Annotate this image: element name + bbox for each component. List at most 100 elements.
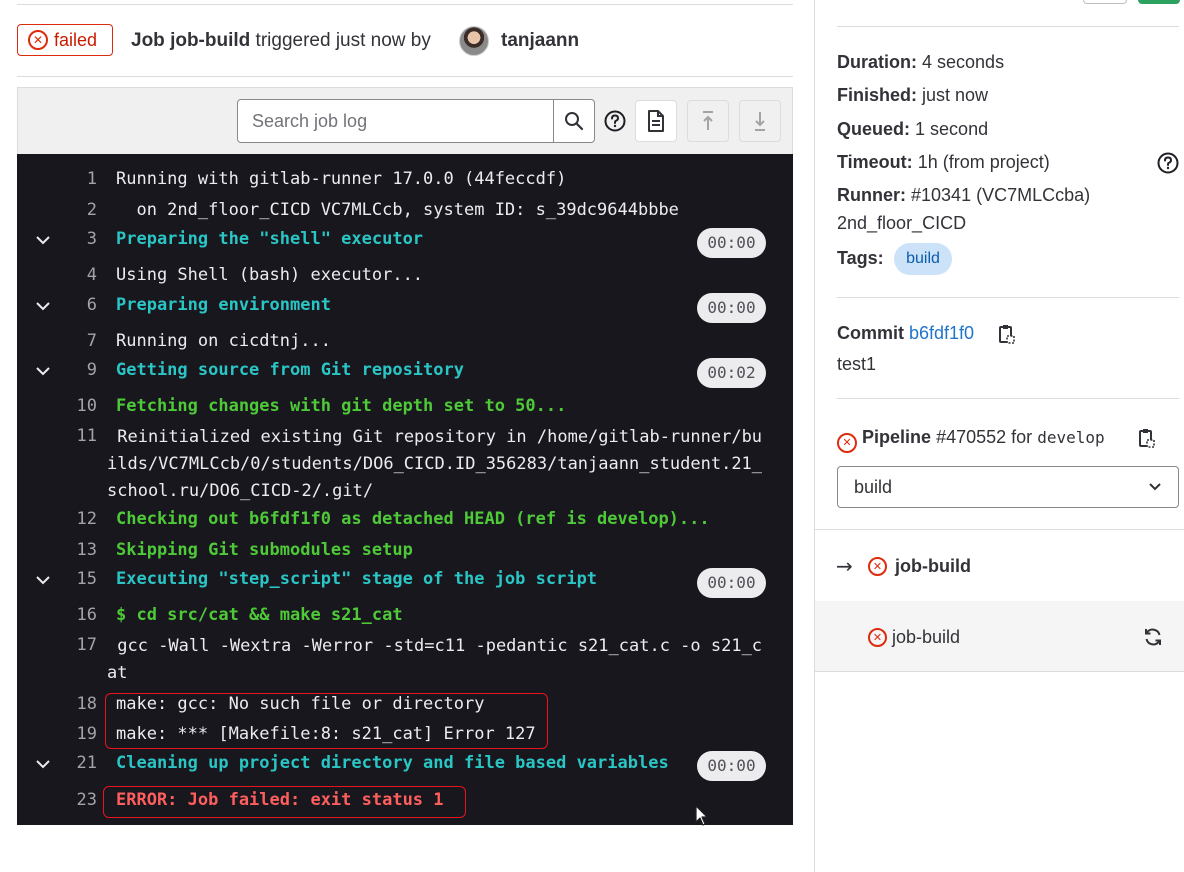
job-list-item-content[interactable]: ✕ job-build	[868, 625, 960, 649]
scroll-bottom-button[interactable]	[739, 100, 781, 142]
section-duration-badge: 00:00	[697, 228, 766, 258]
question-icon[interactable]	[1157, 152, 1179, 174]
copy-ref-icon[interactable]	[1137, 428, 1155, 448]
finished-value: just now	[922, 85, 989, 105]
failed-status-icon: ✕	[868, 556, 887, 576]
triggered-text: triggered just now by	[255, 30, 431, 51]
status-badge: ✕ failed	[17, 24, 113, 56]
user-link[interactable]: tanjaann	[501, 30, 579, 52]
line-number[interactable]: 23	[17, 790, 97, 810]
chevron-down-icon	[1149, 483, 1161, 491]
line-number[interactable]: 4	[17, 265, 97, 285]
commit-title: test1	[837, 354, 877, 374]
line-text: Cleaning up project directory and file b…	[116, 753, 669, 773]
timeout-row: Timeout: 1h (from project)	[837, 152, 1050, 173]
line-text: gcc -Wall -Wextra -Werror -std=c11 -peda…	[107, 636, 763, 683]
search-icon	[565, 112, 584, 131]
duration-label: Duration:	[837, 52, 917, 72]
line-number[interactable]: 18	[17, 694, 97, 714]
line-number[interactable]: 17	[17, 635, 97, 655]
mouse-cursor-icon	[695, 805, 708, 826]
retry-icon[interactable]	[1143, 627, 1163, 647]
help-button[interactable]	[603, 109, 627, 133]
arrow-right-icon: →	[836, 554, 853, 578]
line-text: Executing "step_script" stage of the job…	[116, 569, 598, 589]
stage-select[interactable]: build	[837, 466, 1179, 508]
commit-sha-link[interactable]: b6fdf1f0	[909, 323, 974, 343]
line-number[interactable]: 2	[17, 200, 97, 220]
current-job-row[interactable]: → ✕ job-build	[836, 553, 1176, 579]
job-list-item-name: job-build	[892, 626, 961, 647]
sidebar-divider	[815, 529, 1184, 530]
header-divider	[17, 76, 793, 77]
tags-label: Tags:	[837, 248, 884, 268]
failed-status-icon: ✕	[868, 627, 887, 647]
timeout-label: Timeout:	[837, 152, 913, 172]
line-number[interactable]: 3	[17, 229, 97, 249]
line-number[interactable]: 11	[17, 426, 97, 446]
line-text: make: *** [Makefile:8: s21_cat] Error 12…	[116, 724, 536, 744]
scroll-top-button[interactable]	[687, 100, 729, 142]
runner-label: Runner:	[837, 185, 906, 205]
finished-row: Finished: just now	[837, 85, 988, 106]
document-icon	[648, 110, 664, 132]
tag-badge: build	[894, 243, 952, 275]
search-input[interactable]	[237, 99, 554, 143]
duration-row: Duration: 4 seconds	[837, 52, 1004, 73]
status-badge-label: failed	[54, 29, 98, 50]
line-number[interactable]: 1	[17, 169, 97, 189]
scroll-up-icon	[703, 111, 713, 130]
question-icon	[604, 110, 626, 132]
line-number[interactable]: 10	[17, 396, 97, 416]
runner-row: Runner: #10341 (VC7MLCcba)	[837, 185, 1090, 206]
pipeline-id-link[interactable]: #470552	[936, 427, 1006, 447]
line-text: make: gcc: No such file or directory	[116, 694, 485, 714]
avatar[interactable]	[459, 26, 489, 56]
line-number[interactable]: 7	[17, 331, 97, 351]
top-divider	[17, 4, 793, 5]
commit-row: Commit b6fdf1f0	[837, 323, 974, 344]
current-job-name: job-build	[895, 555, 971, 576]
line-text: Skipping Git submodules setup	[116, 540, 413, 560]
line-number[interactable]: 9	[17, 360, 97, 380]
show-raw-button[interactable]	[635, 100, 677, 142]
pipeline-for: for	[1011, 427, 1033, 447]
line-number[interactable]: 19	[17, 724, 97, 744]
section-duration-badge: 00:02	[697, 358, 766, 388]
finished-label: Finished:	[837, 85, 917, 105]
line-number[interactable]: 13	[17, 540, 97, 560]
line-text: Preparing environment	[116, 295, 331, 315]
pipeline-row: ✕ Pipeline #470552 for develop	[837, 427, 1105, 453]
line-number[interactable]: 6	[17, 295, 97, 315]
duration-value: 4 seconds	[922, 52, 1005, 72]
line-text: Running with gitlab-runner 17.0.0 (44fec…	[116, 169, 567, 189]
stage-select-value: build	[854, 476, 893, 497]
line-number[interactable]: 16	[17, 605, 97, 625]
retry-button[interactable]	[1138, 0, 1180, 4]
line-number[interactable]: 15	[17, 569, 97, 589]
pipeline-label: Pipeline	[862, 427, 932, 447]
line-text: Running on cicdtnj...	[116, 331, 331, 351]
sidebar-divider	[837, 26, 1179, 27]
line-text: Fetching changes with git depth set to 5…	[116, 396, 567, 416]
line-number[interactable]: 12	[17, 509, 97, 529]
line-text: ERROR: Job failed: exit status 1	[116, 790, 444, 810]
job-log: 1 Running with gitlab-runner 17.0.0 (44f…	[17, 154, 793, 825]
line-text: Preparing the "shell" executor	[116, 229, 424, 249]
line-number[interactable]: 21	[17, 753, 97, 773]
scroll-down-icon	[755, 112, 765, 131]
failed-status-icon: ✕	[28, 30, 48, 50]
line-text: Getting source from Git repository	[116, 360, 464, 380]
job-title: Job job-build triggered just now by	[131, 30, 431, 52]
line-text: Reinitialized existing Git repository in…	[107, 427, 763, 501]
pipeline-ref[interactable]: develop	[1037, 428, 1104, 447]
sidebar-action-button[interactable]	[1083, 0, 1127, 4]
line-text: on 2nd_floor_CICD VC7MLCcb, system ID: s…	[116, 200, 679, 220]
failed-status-icon: ✕	[837, 433, 857, 453]
sidebar-divider	[837, 398, 1179, 399]
runner-name: 2nd_floor_CICD	[837, 213, 967, 233]
timeout-value: 1h (from project)	[917, 152, 1050, 172]
copy-commit-icon[interactable]	[997, 324, 1015, 344]
section-duration-badge: 00:00	[697, 751, 766, 781]
search-button[interactable]	[553, 99, 595, 143]
